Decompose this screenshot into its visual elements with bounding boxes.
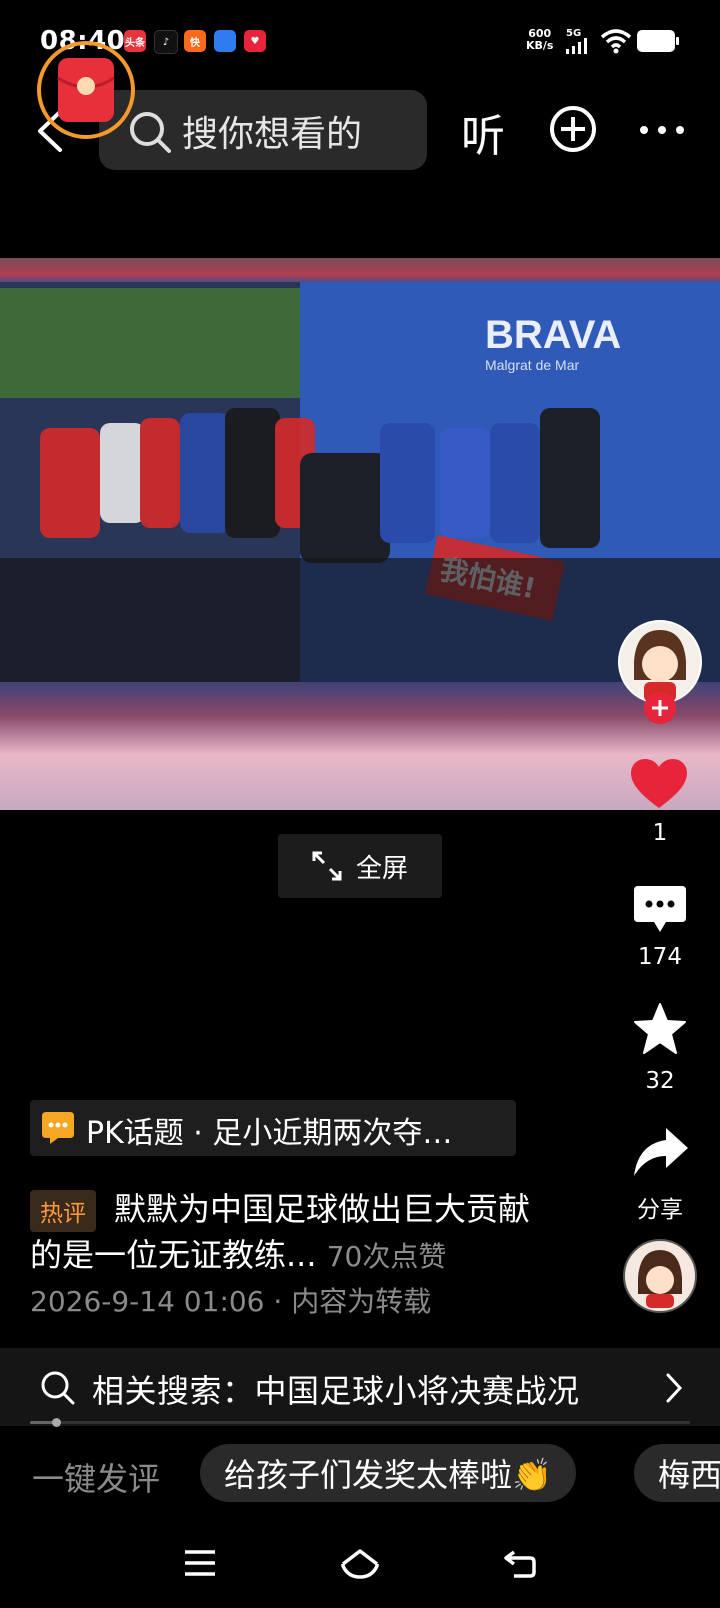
favorite-star-icon[interactable] bbox=[632, 1002, 688, 1056]
music-disc-avatar[interactable] bbox=[622, 1238, 698, 1314]
add-circle-icon[interactable] bbox=[548, 104, 598, 154]
hot-comment-badge: 热评 bbox=[30, 1190, 96, 1232]
related-search-query: 中国足球小将决赛战况 bbox=[254, 1372, 580, 1410]
wifi-icon bbox=[600, 29, 632, 54]
chevron-right-icon[interactable] bbox=[664, 1372, 684, 1404]
pk-topic-text: PK话题 · 足小近期两次夺… bbox=[86, 1116, 453, 1151]
comment-count: 174 bbox=[638, 944, 682, 970]
related-search-label: 相关搜索： bbox=[92, 1372, 255, 1410]
svg-text:Malgrat de Mar: Malgrat de Mar bbox=[485, 357, 579, 373]
favorite-count: 32 bbox=[645, 1068, 675, 1094]
video-player[interactable]: BRAVA Malgrat de Mar 我怕谁! bbox=[0, 258, 720, 810]
signal-icon bbox=[566, 38, 587, 54]
battery-icon bbox=[637, 30, 679, 52]
share-label[interactable]: 分享 bbox=[620, 1190, 700, 1224]
quick-comment-chip[interactable]: 梅西 bbox=[634, 1444, 720, 1502]
share-icon[interactable] bbox=[632, 1126, 690, 1178]
home-icon[interactable] bbox=[340, 1548, 380, 1580]
more-icon[interactable] bbox=[640, 124, 684, 136]
post-meta: 2026-9-14 01:06 · 内容为转载 bbox=[30, 1280, 431, 1320]
fullscreen-label: 全屏 bbox=[355, 853, 408, 884]
svg-text:BRAVA: BRAVA bbox=[485, 313, 621, 357]
video-progress-bar[interactable] bbox=[30, 1421, 690, 1424]
video-frame: BRAVA Malgrat de Mar 我怕谁! bbox=[0, 282, 720, 682]
hot-comment-likes: 70次点赞 bbox=[326, 1240, 447, 1273]
search-placeholder: 搜你想看的 bbox=[182, 114, 363, 155]
douyin-app-icon: ♪ bbox=[154, 30, 178, 54]
heart-app-icon: ♥ bbox=[244, 30, 266, 52]
meta-separator: · bbox=[273, 1285, 283, 1318]
menu-icon[interactable] bbox=[183, 1548, 217, 1578]
author-avatar[interactable] bbox=[616, 620, 704, 730]
post-date: 2026-9-14 01:06 bbox=[30, 1285, 265, 1318]
expand-icon bbox=[312, 851, 342, 881]
chat-bubble-icon bbox=[42, 1112, 74, 1144]
comment-icon[interactable] bbox=[632, 884, 688, 936]
back-nav-icon[interactable] bbox=[502, 1548, 538, 1580]
fullscreen-button[interactable]: 全屏 bbox=[278, 834, 442, 898]
blue-app-icon bbox=[214, 30, 236, 52]
net-speed: 600 KB/s bbox=[526, 28, 553, 52]
related-search-icon bbox=[41, 1371, 75, 1405]
quick-comment-chip[interactable]: 给孩子们发奖太棒啦👏 bbox=[200, 1444, 576, 1502]
net-speed-unit: KB/s bbox=[526, 39, 554, 52]
listen-button[interactable]: 听 bbox=[461, 100, 505, 164]
kuaishou-app-icon: 快 bbox=[184, 30, 206, 52]
like-count: 1 bbox=[652, 820, 668, 846]
related-search-text: 相关搜索：中国足球小将决赛战况 bbox=[92, 1366, 580, 1412]
hot-comment[interactable]: 默默为中国足球做出巨大贡献的是一位无证教练... 70次点赞 bbox=[30, 1186, 550, 1280]
hot-comment-text: 默默为中国足球做出巨大贡献的是一位无证教练... bbox=[30, 1190, 531, 1274]
like-heart-icon[interactable] bbox=[630, 758, 688, 810]
post-source: 内容为转载 bbox=[291, 1285, 432, 1318]
red-packet-icon[interactable] bbox=[34, 40, 138, 144]
quick-comment-label: 一键发评 bbox=[32, 1460, 161, 1498]
